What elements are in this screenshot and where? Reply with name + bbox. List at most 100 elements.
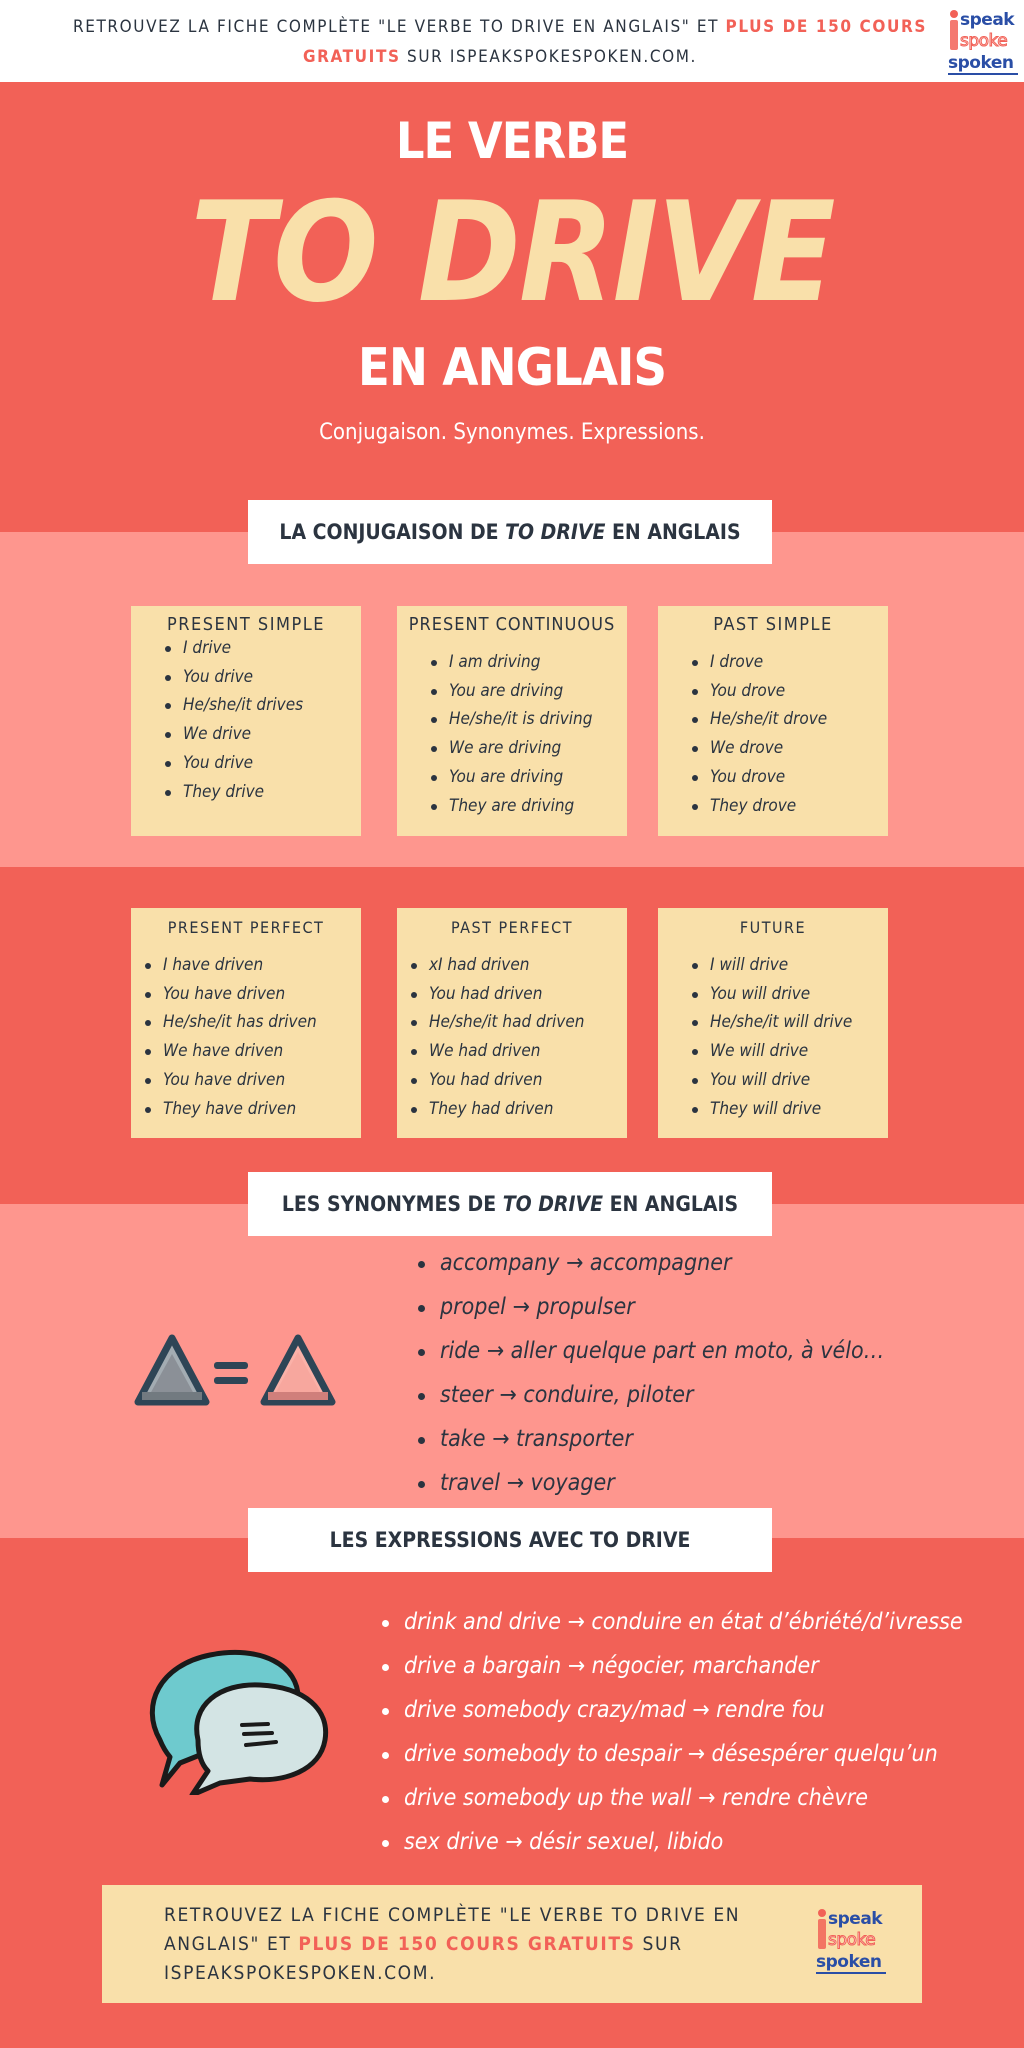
tense-form: I have driven: [143, 951, 317, 980]
synonym-item: take → transporter: [416, 1417, 884, 1461]
tense-form: They have driven: [143, 1095, 317, 1124]
tense-form: We drive: [163, 720, 303, 749]
ispeakspokespoken-logo[interactable]: speak spoke spoken: [816, 1907, 888, 1977]
synonym-item: travel → voyager: [416, 1461, 884, 1505]
logo-speak: speak: [960, 10, 1015, 30]
tense-form: You will drive: [690, 980, 852, 1009]
tense-title: FUTURE: [739, 918, 807, 937]
tense-form: I drive: [163, 634, 303, 663]
logo-spoken: spoken: [816, 1952, 882, 1972]
tense-forms: I have driven You have driven He/she/it …: [143, 951, 317, 1123]
tense-form: They drive: [163, 778, 303, 807]
tense-form: He/she/it had driven: [409, 1008, 584, 1037]
tense-forms: I drove You drove He/she/it drove We dro…: [690, 648, 827, 820]
logo-spoken: spoken: [948, 53, 1014, 73]
tense-form: You drive: [163, 749, 303, 778]
tense-title: PRESENT PERFECT: [167, 918, 325, 937]
tense-forms: I will drive You will drive He/she/it wi…: [690, 951, 852, 1123]
expressions-list: drink and drive → conduire en état d’ébr…: [380, 1600, 963, 1864]
tense-card-present-continuous: PRESENT CONTINUOUS I am driving You are …: [397, 606, 627, 836]
heading-text: LA CONJUGAISON DE: [279, 520, 506, 544]
tense-form: You drove: [690, 763, 827, 792]
tense-card-future: FUTURE I will drive You will drive He/sh…: [658, 908, 888, 1138]
footer-promo-text: RETROUVEZ LA FICHE COMPLÈTE "LE VERBE TO…: [164, 1901, 764, 1988]
synonyms-heading: LES SYNONYMES DE TO DRIVE EN ANGLAIS: [248, 1172, 772, 1236]
tense-card-present-perfect: PRESENT PERFECT I have driven You have d…: [131, 908, 361, 1138]
logo-spoke: spoke: [959, 31, 1008, 52]
logo-underline: [948, 73, 1018, 75]
expressions-heading: LES EXPRESSIONS AVEC TO DRIVE: [248, 1508, 772, 1572]
logo-speak: speak: [828, 1909, 883, 1929]
logo-underline: [816, 1972, 886, 1974]
tense-forms: I drive You drive He/she/it drives We dr…: [163, 634, 303, 806]
tense-form: I will drive: [690, 951, 852, 980]
tense-form: You are driving: [429, 677, 592, 706]
tense-form: He/she/it has driven: [143, 1008, 317, 1037]
tense-form: He/she/it will drive: [690, 1008, 852, 1037]
heading-text-end: EN ANGLAIS: [605, 520, 741, 544]
expression-item: drive somebody crazy/mad → rendre fou: [380, 1688, 963, 1732]
tense-form: You had driven: [409, 980, 584, 1009]
tense-form: We had driven: [409, 1037, 584, 1066]
tense-form: You drive: [163, 663, 303, 692]
synonym-item: steer → conduire, piloter: [416, 1373, 884, 1417]
expression-item: drive somebody to despair → désespérer q…: [380, 1732, 963, 1776]
hero-title-line3: EN ANGLAIS: [357, 338, 667, 398]
tense-form: He/she/it is driving: [429, 705, 592, 734]
synonym-item: propel → propulser: [416, 1285, 884, 1329]
top-banner: RETROUVEZ LA FICHE COMPLÈTE "LE VERBE TO…: [0, 0, 1024, 82]
tense-form: You drove: [690, 677, 827, 706]
ispeakspokespoken-logo[interactable]: speak spoke spoken: [948, 8, 1020, 78]
tense-title: PRESENT SIMPLE: [167, 614, 325, 635]
hero-title-line1: LE VERBE: [395, 112, 629, 170]
conjugation-heading: LA CONJUGAISON DE TO DRIVE EN ANGLAIS: [248, 500, 772, 564]
tense-form: You had driven: [409, 1066, 584, 1095]
logo-i-dot: [950, 10, 958, 18]
heading-verb: TO DRIVE: [502, 1192, 604, 1216]
promo-text-start: RETROUVEZ LA FICHE COMPLÈTE "LE VERBE TO…: [73, 17, 726, 37]
equals-triangles-icon: [134, 1334, 336, 1406]
tense-form: You are driving: [429, 763, 592, 792]
promo-highlight: PLUS DE 150 COURS GRATUITS: [298, 1933, 636, 1955]
synonyms-list: accompany → accompagner propel → propuls…: [416, 1241, 884, 1505]
heading-text: LES SYNONYMES DE: [281, 1192, 503, 1216]
tense-card-past-simple: PAST SIMPLE I drove You drove He/she/it …: [658, 606, 888, 836]
tense-form: He/she/it drives: [163, 691, 303, 720]
tense-forms: xI had driven You had driven He/she/it h…: [409, 951, 584, 1123]
tense-form: We drove: [690, 734, 827, 763]
logo-spoke: spoke: [827, 1930, 876, 1951]
tense-form: They drove: [690, 792, 827, 821]
tense-form: They are driving: [429, 792, 592, 821]
speech-bubbles-icon: [149, 1649, 329, 1795]
tense-form: You have driven: [143, 1066, 317, 1095]
heading-text-end: EN ANGLAIS: [603, 1192, 739, 1216]
expression-item: sex drive → désir sexuel, libido: [380, 1820, 963, 1864]
heading-verb: TO DRIVE: [505, 520, 606, 544]
tense-form: I am driving: [429, 648, 592, 677]
synonym-item: accompany → accompagner: [416, 1241, 884, 1285]
tense-form: You have driven: [143, 980, 317, 1009]
expression-item: drink and drive → conduire en état d’ébr…: [380, 1600, 963, 1644]
footer-banner: RETROUVEZ LA FICHE COMPLÈTE "LE VERBE TO…: [102, 1885, 922, 2003]
tense-form: We will drive: [690, 1037, 852, 1066]
tense-form: xI had driven: [409, 951, 584, 980]
logo-i-dot: [818, 1909, 826, 1917]
tense-title: PAST PERFECT: [451, 918, 573, 937]
tense-forms: I am driving You are driving He/she/it i…: [429, 648, 592, 820]
hero-title-verb: TO DRIVE: [190, 172, 835, 333]
tense-title: PAST SIMPLE: [713, 614, 833, 635]
tense-form: They will drive: [690, 1095, 852, 1124]
expression-item: drive somebody up the wall → rendre chèv…: [380, 1776, 963, 1820]
tense-card-present-simple: PRESENT SIMPLE I drive You drive He/she/…: [131, 606, 361, 836]
tense-form: We are driving: [429, 734, 592, 763]
heading-text: LES EXPRESSIONS AVEC TO DRIVE: [329, 1528, 691, 1552]
tense-card-past-perfect: PAST PERFECT xI had driven You had drive…: [397, 908, 627, 1138]
tense-form: He/she/it drove: [690, 705, 827, 734]
logo-i-bar: [950, 20, 958, 50]
hero-subtitle: Conjugaison. Synonymes. Expressions.: [319, 420, 705, 445]
expression-item: drive a bargain → négocier, marchander: [380, 1644, 963, 1688]
promo-text-end[interactable]: SUR ISPEAKSPOKESPOKEN.COM.: [401, 47, 697, 67]
logo-i-bar: [818, 1919, 826, 1949]
tense-form: You will drive: [690, 1066, 852, 1095]
synonym-item: ride → aller quelque part en moto, à vél…: [416, 1329, 884, 1373]
